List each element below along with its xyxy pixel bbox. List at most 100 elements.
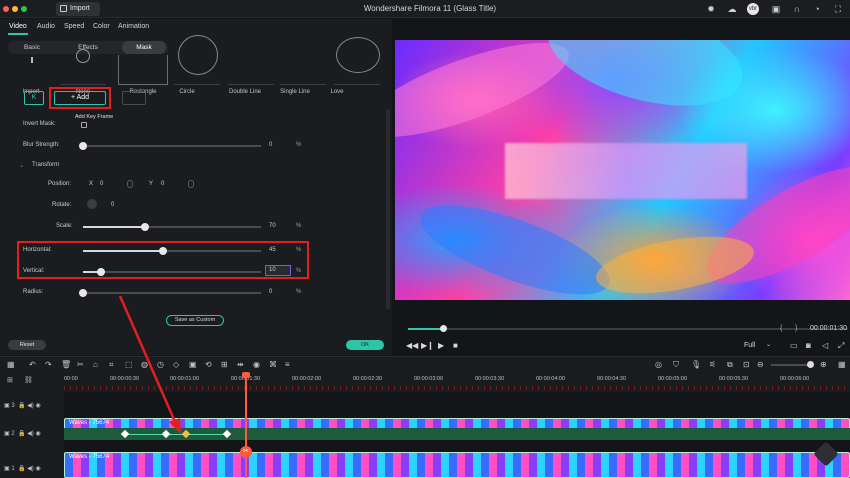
- color-icon[interactable]: ◍: [141, 360, 148, 369]
- position-x-value[interactable]: 0: [100, 181, 103, 187]
- ok-button[interactable]: OK: [346, 340, 384, 350]
- volume-icon[interactable]: ◁: [822, 341, 828, 350]
- quality-dropdown[interactable]: Full: [744, 342, 755, 349]
- radius-knob[interactable]: [79, 289, 87, 297]
- chevron-down-icon[interactable]: ⌄: [766, 341, 771, 348]
- undo-icon[interactable]: ↶: [29, 360, 36, 369]
- mark-in-icon[interactable]: {: [780, 325, 782, 332]
- cut-icon[interactable]: ✂: [77, 360, 84, 369]
- subtab-basic[interactable]: Basic: [10, 41, 54, 54]
- chevron-down-icon[interactable]: ⌄: [19, 162, 24, 169]
- keyframe-lane[interactable]: [64, 428, 850, 440]
- video-clip-track-1[interactable]: Waves - 75674: [64, 452, 850, 478]
- avatar[interactable]: vbr: [747, 3, 759, 15]
- split-icon[interactable]: ⇹: [237, 360, 244, 369]
- layout-icon[interactable]: ▦: [7, 360, 15, 369]
- redo-icon[interactable]: ↷: [45, 360, 52, 369]
- mask-shape-import[interactable]: [10, 55, 56, 85]
- glass-title-overlay[interactable]: [505, 143, 747, 199]
- blur-strength-knob[interactable]: [79, 142, 87, 150]
- reset-button[interactable]: Reset: [8, 340, 46, 350]
- position-y-value[interactable]: 0: [161, 181, 164, 187]
- bulb-icon[interactable]: ✹: [706, 4, 716, 14]
- mic-icon[interactable]: 🎙: [691, 360, 701, 369]
- marker-icon[interactable]: ⛉: [673, 360, 679, 370]
- tab-color[interactable]: Color: [93, 23, 110, 30]
- playback-progress-knob[interactable]: [440, 325, 448, 332]
- prev-frame-icon[interactable]: ◀◀: [406, 341, 418, 350]
- video-preview[interactable]: [395, 40, 850, 300]
- horizontal-value[interactable]: 45: [269, 247, 276, 253]
- scale-slider[interactable]: [83, 223, 261, 231]
- close-window-button[interactable]: [3, 6, 9, 12]
- minimize-window-button[interactable]: [12, 6, 18, 12]
- stop-icon[interactable]: ■: [453, 341, 458, 350]
- zoom-fit-icon[interactable]: ⊡: [743, 360, 750, 369]
- rotate-value[interactable]: 0: [111, 202, 114, 208]
- tag-icon[interactable]: ⌂: [93, 360, 98, 369]
- zoom-in-icon[interactable]: ⊕: [820, 360, 827, 369]
- crop-icon[interactable]: ⌗: [109, 360, 114, 370]
- keyframe-marker[interactable]: [120, 429, 130, 439]
- prev-keyframe-button[interactable]: K: [24, 91, 44, 105]
- link-icon[interactable]: ⛓: [24, 376, 33, 384]
- stabilize-icon[interactable]: ⊞: [221, 360, 228, 369]
- panel-scrollbar[interactable]: [386, 109, 390, 309]
- headphones-icon[interactable]: ∩: [792, 4, 802, 14]
- subtab-mask[interactable]: Mask: [122, 41, 166, 54]
- radius-value[interactable]: 0: [269, 289, 272, 295]
- playhead-handle[interactable]: [242, 372, 250, 378]
- radius-slider[interactable]: [79, 289, 261, 297]
- scale-knob[interactable]: [141, 223, 150, 231]
- horizontal-slider[interactable]: [83, 247, 261, 255]
- notification-icon[interactable]: ◔: [812, 4, 822, 14]
- zoom-knob[interactable]: [807, 361, 814, 368]
- audio-icon[interactable]: ◉: [253, 360, 260, 369]
- position-y-stepper[interactable]: [188, 180, 194, 188]
- vertical-value-input[interactable]: 10: [265, 265, 291, 276]
- mask-shape-rectangle[interactable]: [118, 55, 168, 85]
- blur-strength-value[interactable]: 0: [269, 142, 272, 148]
- blur-strength-slider[interactable]: [79, 142, 261, 150]
- mask-shape-single-line[interactable]: [280, 55, 326, 85]
- zoom-slider[interactable]: [771, 361, 814, 368]
- mark-out-icon[interactable]: }: [795, 325, 797, 332]
- more-icon[interactable]: ≡: [285, 360, 290, 369]
- tab-audio[interactable]: Audio: [37, 23, 55, 30]
- rotate-dial[interactable]: [87, 199, 97, 209]
- transform-icon[interactable]: ⬚: [125, 360, 133, 369]
- import-button[interactable]: Import: [56, 2, 100, 16]
- keyframe-icon[interactable]: ◇: [173, 360, 179, 369]
- ai-icon[interactable]: ⌘: [269, 360, 277, 369]
- invert-mask-checkbox[interactable]: [81, 122, 87, 128]
- keyframe-marker[interactable]: [222, 429, 232, 439]
- mask-shape-love[interactable]: [334, 37, 380, 85]
- mask-shape-double-line[interactable]: [228, 55, 274, 85]
- save-icon[interactable]: ▣: [771, 4, 781, 14]
- scale-value[interactable]: 70: [269, 223, 276, 229]
- tab-speed[interactable]: Speed: [64, 23, 84, 30]
- timeline-ruler[interactable]: ⊞ ⛓ 00:00 00:00:00:30 00:00:01:00 00:00:…: [0, 372, 850, 392]
- keyframe-marker-selected[interactable]: [181, 429, 191, 439]
- camera-icon[interactable]: ◙: [806, 341, 811, 350]
- step-back-icon[interactable]: ▶❙: [421, 341, 434, 350]
- motion-icon[interactable]: ⟲: [205, 360, 212, 369]
- position-x-stepper[interactable]: [127, 180, 133, 188]
- save-as-custom-button[interactable]: Save as Custom: [166, 315, 224, 326]
- speed-icon[interactable]: ◷: [157, 360, 164, 369]
- cloud-icon[interactable]: ☁: [727, 4, 737, 14]
- green-screen-icon[interactable]: ▣: [189, 360, 197, 369]
- keyframe-marker[interactable]: [161, 429, 171, 439]
- snapshot-icon[interactable]: ⧉: [727, 360, 733, 370]
- tab-animation[interactable]: Animation: [118, 23, 149, 30]
- mixer-icon[interactable]: ⚟: [709, 360, 716, 369]
- scissors-icon[interactable]: ✂: [240, 446, 252, 458]
- render-icon[interactable]: ◎: [655, 360, 662, 369]
- zoom-out-icon[interactable]: ⊖: [757, 360, 764, 369]
- mask-shape-none[interactable]: [60, 49, 106, 85]
- grid-icon[interactable]: ▦: [838, 360, 846, 369]
- vertical-knob[interactable]: [96, 268, 105, 276]
- maximize-window-button[interactable]: [21, 6, 27, 12]
- mask-shape-circle[interactable]: [174, 35, 220, 85]
- monitor-icon[interactable]: ▭: [790, 341, 798, 350]
